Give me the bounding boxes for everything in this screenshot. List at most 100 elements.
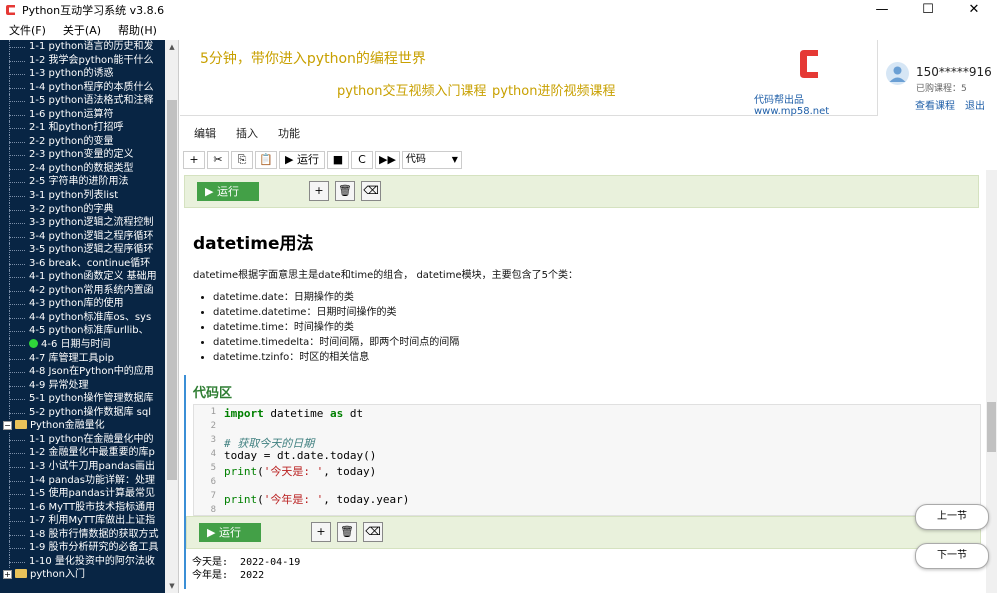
intro-course-link[interactable]: python交互视频入门课程 (337, 80, 486, 99)
tree-item[interactable]: 1-9 股市分析研究的必备工具 (0, 541, 165, 555)
tree-item-label: 2-5 字符串的进阶用法 (29, 176, 129, 188)
cell-action-bar: ▶ 运行 + 🗑 ⌫ (184, 175, 979, 208)
tree-item[interactable]: 2-5 字符串的进阶用法 (0, 175, 165, 189)
tree-item[interactable]: 1-6 python运算符 (0, 107, 165, 122)
trash-icon[interactable]: 🗑 (337, 522, 357, 542)
owned-courses: 已购课程：5 (916, 84, 967, 94)
tree-item[interactable]: 1-7 利用MyTT库做出上证指 (0, 514, 165, 528)
advanced-course-link[interactable]: python进阶视频课程 (492, 80, 615, 99)
tree-item[interactable]: 1-1 python语言的历史和发 (0, 40, 165, 54)
tree-item[interactable]: 2-3 python变量的定义 (0, 148, 165, 162)
tree-item[interactable]: 3-6 break、continue循环 (0, 256, 165, 271)
menu-file[interactable]: 文件(F) (0, 22, 54, 38)
tree-item[interactable]: 2-1 和python打招呼 (0, 121, 165, 135)
tree-item[interactable]: 1-2 金融量化中最重要的库p (0, 446, 165, 460)
tree-item[interactable]: 4-7 库管理工具pip (0, 351, 165, 366)
tree-item[interactable]: 1-5 python语法格式和注释 (0, 94, 165, 108)
sidebar-scrollbar[interactable]: ▲ ▼ (165, 40, 178, 593)
tree-item-label: 1-4 python程序的本质什么 (29, 81, 154, 93)
chevron-down-icon: ▼ (451, 154, 458, 164)
tree-item[interactable]: 1-3 python的诱惑 (0, 67, 165, 81)
tree-item[interactable]: 4-5 python标准库urllib、 (0, 324, 165, 338)
cut-cell-button[interactable]: ✂ (207, 150, 229, 169)
user-panel: 150*****916 已购课程：5 查看课程 退出 (877, 40, 997, 116)
title-bar: Python互动学习系统 v3.8.6 — ☐ ✕ (0, 0, 997, 20)
close-button[interactable]: ✕ (951, 0, 997, 20)
tree-item[interactable]: 3-5 python逻辑之程序循环 (0, 243, 165, 257)
cell-run-button[interactable]: ▶ 运行 (197, 182, 259, 201)
eraser-icon[interactable]: ⌫ (361, 181, 381, 201)
code-line: today = dt.date.today() (224, 449, 377, 462)
tree-item[interactable]: 3-4 python逻辑之程序循环 (0, 229, 165, 244)
plus-icon[interactable]: + (309, 181, 329, 201)
trash-icon[interactable]: 🗑 (335, 181, 355, 201)
tree-item[interactable]: 4-2 python常用系统内置函 (0, 283, 165, 298)
line-number: 1 (210, 407, 216, 417)
cell-type-select[interactable]: 代码 ▼ (401, 150, 462, 169)
run-all-button[interactable]: ▶▶ (375, 150, 400, 169)
maximize-button[interactable]: ☐ (905, 0, 951, 20)
view-courses-link[interactable]: 查看课程 (915, 97, 955, 112)
tree-item[interactable]: 3-2 python的字典 (0, 202, 165, 217)
tree-item[interactable]: 2-2 python的变量 (0, 134, 165, 149)
logout-link[interactable]: 退出 (965, 97, 985, 112)
cell-run-button[interactable]: ▶ 运行 (199, 523, 261, 542)
tree-item[interactable]: 3-1 python列表list (0, 189, 165, 203)
restart-button[interactable]: C (351, 150, 373, 169)
prev-section-button[interactable]: 上一节 (915, 504, 989, 530)
tree-item-label: 1-3 python的诱惑 (29, 68, 114, 80)
tree-item[interactable]: 5-2 python操作数据库 sql (0, 405, 165, 420)
code-editor[interactable]: 1 2 3 4 5 6 7 8 import datetime as dt # … (193, 404, 981, 516)
tree-group[interactable]: + python入门 (0, 568, 165, 582)
paste-cell-button[interactable]: 📋 (255, 150, 277, 169)
menu-edit[interactable]: 编辑 (194, 125, 216, 141)
tree-item[interactable]: 4-4 python标准库os、sys (0, 310, 165, 325)
content-scrollbar[interactable] (986, 170, 997, 593)
scroll-down-icon[interactable]: ▼ (165, 579, 178, 593)
tree-group[interactable]: − Python金融量化 (0, 419, 165, 433)
tree-item[interactable]: 4-3 python库的使用 (0, 297, 165, 311)
content-scroll-thumb[interactable] (987, 402, 996, 452)
minimize-button[interactable]: — (859, 0, 905, 20)
tree-item[interactable]: 5-1 python操作管理数据库 (0, 392, 165, 406)
sidebar-scroll-thumb[interactable] (167, 100, 177, 480)
copy-cell-button[interactable]: ⎘ (231, 150, 253, 169)
add-cell-button[interactable]: + (183, 150, 205, 169)
tree-item[interactable]: 1-4 pandas功能详解：处理 (0, 473, 165, 488)
stop-button[interactable]: ■ (327, 150, 349, 169)
tree-item[interactable]: 2-4 python的数据类型 (0, 161, 165, 176)
plus-icon[interactable]: + (311, 522, 331, 542)
menu-help[interactable]: 帮助(H) (109, 22, 165, 38)
tree-item-label: 5-1 python操作管理数据库 (29, 393, 154, 405)
tree-item-current[interactable]: 4-6 日期与时间 (0, 338, 165, 352)
tree-item-label: 4-6 日期与时间 (41, 339, 111, 351)
tree-item[interactable]: 1-3 小试牛刀用pandas画出 (0, 459, 165, 474)
menu-functions[interactable]: 功能 (278, 125, 300, 141)
tree-item[interactable]: 1-5 使用pandas计算最常见 (0, 487, 165, 501)
banner: 5分钟，带你进入python的编程世界 python交互视频入门课程 pytho… (180, 40, 877, 117)
course-sidebar: 1-1 python语言的历史和发 1-2 我学会python能干什么 1-3 py… (0, 40, 179, 593)
tree-item[interactable]: 1-4 python程序的本质什么 (0, 80, 165, 95)
tree-item[interactable]: 1-6 MyTT股市技术指标通用 (0, 500, 165, 515)
section-heading: datetime用法 (193, 234, 314, 254)
tree-item[interactable]: 1-8 股市行情数据的获取方式 (0, 527, 165, 542)
tree-item[interactable]: 1-1 python在金融量化中的 (0, 432, 165, 447)
run-button[interactable]: ▶ 运行 (279, 150, 325, 169)
tree-item[interactable]: 4-1 python函数定义 基础用 (0, 270, 165, 284)
collapse-icon[interactable]: − (3, 421, 12, 431)
scroll-up-icon[interactable]: ▲ (165, 40, 178, 54)
line-number: 7 (210, 491, 216, 501)
tree-item[interactable]: 1-10 量化投资中的阿尔法收 (0, 554, 165, 569)
tree-item-label: 1-6 MyTT股市技术指标通用 (29, 501, 156, 513)
tree-item[interactable]: 4-9 异常处理 (0, 378, 165, 393)
menu-insert[interactable]: 插入 (236, 125, 258, 141)
eraser-icon[interactable]: ⌫ (363, 522, 383, 542)
banner-slogan: 5分钟，带你进入python的编程世界 (200, 51, 426, 67)
tree-item[interactable]: 1-2 我学会python能干什么 (0, 53, 165, 68)
next-section-button[interactable]: 下一节 (915, 543, 989, 569)
menu-about[interactable]: 关于(A) (54, 22, 109, 38)
current-lesson-icon (29, 339, 38, 349)
tree-item[interactable]: 4-8 Json在Python中的应用 (0, 365, 165, 379)
tree-item[interactable]: 3-3 python逻辑之流程控制 (0, 216, 165, 230)
expand-icon[interactable]: + (3, 570, 12, 580)
